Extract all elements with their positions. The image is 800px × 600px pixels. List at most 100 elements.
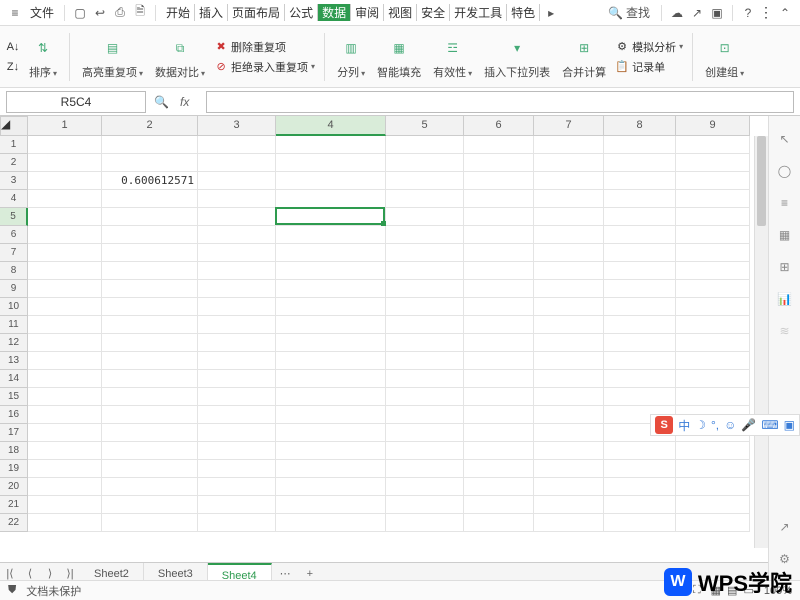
cell[interactable] [102, 406, 198, 424]
add-sheet-button[interactable]: + [299, 568, 321, 580]
cell[interactable] [386, 478, 464, 496]
cell[interactable] [604, 208, 676, 226]
cell[interactable] [102, 514, 198, 532]
cell[interactable] [102, 208, 198, 226]
ime-lang[interactable]: 中 [678, 417, 690, 434]
cell[interactable] [198, 154, 276, 172]
row-header[interactable]: 2 [0, 154, 28, 172]
cell[interactable] [198, 136, 276, 154]
col-header[interactable]: 4 [276, 116, 386, 136]
cell[interactable] [28, 226, 102, 244]
cell[interactable] [534, 244, 604, 262]
chart-icon[interactable]: 📊 [776, 290, 794, 308]
cell[interactable] [28, 316, 102, 334]
cell[interactable] [198, 370, 276, 388]
row-header[interactable]: 1 [0, 136, 28, 154]
cell[interactable] [464, 190, 534, 208]
cell[interactable] [464, 298, 534, 316]
cell[interactable] [198, 226, 276, 244]
cell[interactable] [464, 496, 534, 514]
col-header[interactable]: 8 [604, 116, 676, 136]
cell[interactable] [464, 424, 534, 442]
ime-comma-icon[interactable]: °, [711, 418, 719, 432]
cell[interactable] [676, 460, 750, 478]
cell[interactable] [534, 280, 604, 298]
cell[interactable] [604, 226, 676, 244]
col-header[interactable]: 7 [534, 116, 604, 136]
row-header[interactable]: 15 [0, 388, 28, 406]
cell[interactable] [276, 316, 386, 334]
delete-duplicates-button[interactable]: ✖删除重复项 [214, 38, 315, 56]
cell[interactable] [464, 244, 534, 262]
cell[interactable] [386, 424, 464, 442]
cell[interactable] [464, 442, 534, 460]
collapse-ribbon-icon[interactable]: ⌃ [776, 4, 794, 22]
cell[interactable] [386, 208, 464, 226]
cell[interactable] [464, 172, 534, 190]
cell[interactable] [604, 460, 676, 478]
cell[interactable] [276, 514, 386, 532]
cell[interactable] [604, 298, 676, 316]
cell[interactable] [102, 280, 198, 298]
formula-input[interactable] [206, 91, 794, 113]
row-header[interactable]: 6 [0, 226, 28, 244]
row-header[interactable]: 16 [0, 406, 28, 424]
cell[interactable] [604, 442, 676, 460]
cell[interactable] [28, 154, 102, 172]
cursor-icon[interactable]: ↖ [776, 130, 794, 148]
cell[interactable] [386, 262, 464, 280]
tab-视图[interactable]: 视图 [384, 4, 417, 21]
cell[interactable] [28, 370, 102, 388]
row-header[interactable]: 12 [0, 334, 28, 352]
row-header[interactable]: 11 [0, 316, 28, 334]
cell[interactable] [604, 370, 676, 388]
col-header[interactable]: 5 [386, 116, 464, 136]
cell[interactable] [604, 190, 676, 208]
cell[interactable] [198, 478, 276, 496]
cell[interactable] [534, 316, 604, 334]
cell[interactable] [386, 352, 464, 370]
cell[interactable] [28, 298, 102, 316]
ime-mic-icon[interactable]: 🎤 [741, 418, 756, 432]
tab-特色[interactable]: 特色 [507, 4, 540, 21]
cell[interactable] [28, 208, 102, 226]
cell[interactable] [276, 298, 386, 316]
cell[interactable] [102, 370, 198, 388]
cell[interactable] [604, 478, 676, 496]
cell[interactable] [198, 280, 276, 298]
row-header[interactable]: 3 [0, 172, 28, 190]
cell[interactable] [276, 208, 386, 226]
data-compare-button[interactable]: ⧉ 数据对比 [152, 33, 208, 80]
cell[interactable] [534, 496, 604, 514]
cell[interactable] [676, 172, 750, 190]
cell[interactable] [386, 460, 464, 478]
split-column-button[interactable]: ▥ 分列 [334, 33, 368, 80]
cell[interactable] [102, 424, 198, 442]
cell[interactable] [276, 424, 386, 442]
row-header[interactable]: 5 [0, 208, 28, 226]
cell[interactable] [276, 136, 386, 154]
col-header[interactable]: 6 [464, 116, 534, 136]
cell[interactable] [676, 442, 750, 460]
row-header[interactable]: 9 [0, 280, 28, 298]
ime-skin-icon[interactable]: ▣ [784, 418, 795, 432]
cell[interactable] [676, 244, 750, 262]
cell[interactable] [198, 406, 276, 424]
cell[interactable] [386, 172, 464, 190]
cell[interactable] [28, 280, 102, 298]
cell[interactable] [198, 460, 276, 478]
cell[interactable] [102, 154, 198, 172]
tab-安全[interactable]: 安全 [417, 4, 450, 21]
cell[interactable] [676, 298, 750, 316]
cell[interactable] [276, 172, 386, 190]
cell[interactable] [198, 334, 276, 352]
cell[interactable] [534, 154, 604, 172]
cell[interactable] [534, 370, 604, 388]
cell[interactable] [198, 298, 276, 316]
cell[interactable] [102, 460, 198, 478]
cell[interactable] [198, 190, 276, 208]
cell[interactable] [676, 514, 750, 532]
cell[interactable] [464, 334, 534, 352]
cell[interactable] [198, 388, 276, 406]
filter-icon[interactable]: ≋ [776, 322, 794, 340]
